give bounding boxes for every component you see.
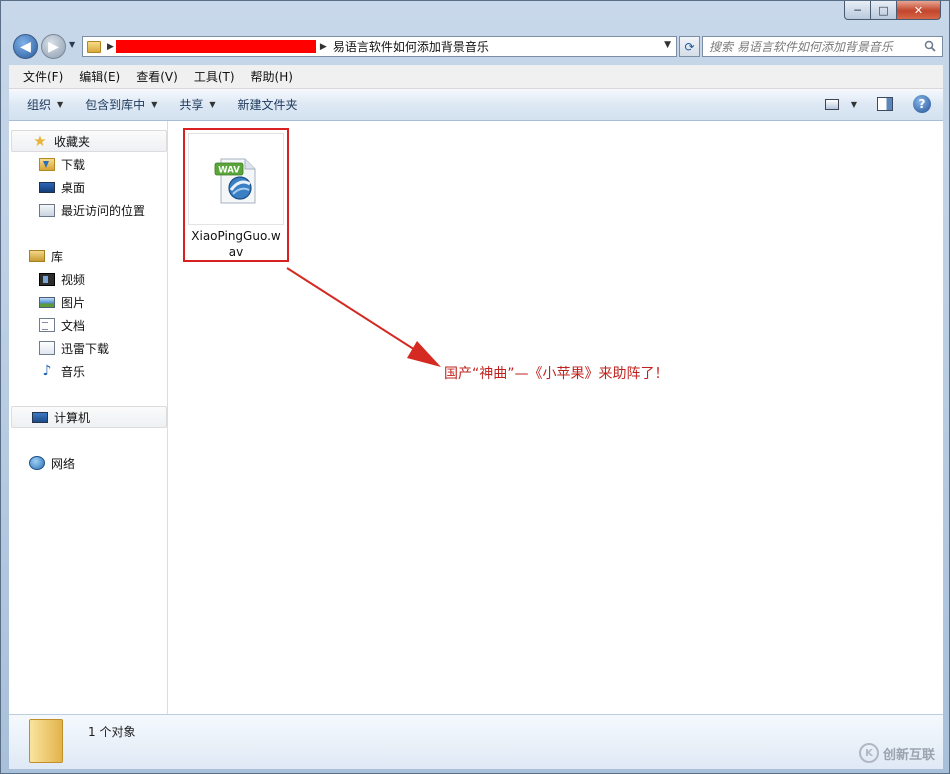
nav-item-downloads[interactable]: 下载 xyxy=(39,154,85,174)
share-button[interactable]: 共享 ▼ xyxy=(171,96,223,113)
search-input[interactable] xyxy=(709,39,914,54)
explorer-window: ─ □ ✕ ◀ ▶ ▼ ▶ ▶ 易语言软件如何添加背景音乐 ▼ ⟳ 搜索 易语言… xyxy=(0,0,950,774)
chevron-right-icon[interactable]: ▶ xyxy=(320,42,327,52)
folder-icon xyxy=(87,40,101,53)
search-icon[interactable] xyxy=(924,40,936,52)
view-controls: ▼ ? xyxy=(824,95,931,113)
arrow-left-icon: ◀ xyxy=(20,38,31,55)
watermark-logo: K 创新互联 xyxy=(858,743,935,763)
nav-item-documents[interactable]: 文档 xyxy=(39,315,85,335)
video-icon xyxy=(39,272,55,286)
arrow-right-icon: ▶ xyxy=(48,38,59,55)
caption-buttons: ─ □ ✕ xyxy=(844,1,941,20)
nav-item-label: 下载 xyxy=(61,157,86,172)
file-list-area[interactable]: WAV XiaoPingGuo.wav 国产“神曲”—《小苹果》来助阵了！ xyxy=(168,121,943,714)
nav-item-videos[interactable]: 视频 xyxy=(39,269,85,289)
menu-tools[interactable]: 工具(T) xyxy=(186,66,243,87)
document-folder-icon xyxy=(39,341,55,355)
star-icon: ★ xyxy=(33,132,47,150)
file-item-xiaopingguo[interactable]: WAV XiaoPingGuo.wav xyxy=(183,128,289,262)
nav-item-pictures[interactable]: 图片 xyxy=(39,292,85,312)
computer-icon xyxy=(32,411,48,423)
recent-pages-dropdown[interactable]: ▼ xyxy=(69,40,75,49)
address-dropdown-icon[interactable]: ▼ xyxy=(664,40,671,50)
watermark-logo-icon: K xyxy=(858,743,879,763)
menu-bar: 文件(F) 编辑(E) 查看(V) 工具(T) 帮助(H) xyxy=(9,65,943,89)
wav-file-icon: WAV xyxy=(214,158,256,204)
nav-item-label: 最近访问的位置 xyxy=(61,203,146,218)
music-note-icon: ♪ xyxy=(42,363,52,379)
caret-down-icon: ▼ xyxy=(57,100,64,109)
menu-edit[interactable]: 编辑(E) xyxy=(71,66,128,87)
nav-computer[interactable]: 计算机 xyxy=(11,406,167,428)
annotation-text: 国产“神曲”—《小苹果》来助阵了！ xyxy=(444,366,669,382)
organize-button[interactable]: 组织 ▼ xyxy=(19,96,71,113)
new-folder-button[interactable]: 新建文件夹 xyxy=(230,96,306,113)
menu-help[interactable]: 帮助(H) xyxy=(243,66,301,87)
nav-item-music[interactable]: ♪ 音乐 xyxy=(39,361,85,381)
nav-item-label: 图片 xyxy=(61,295,86,310)
network-icon xyxy=(29,456,45,470)
breadcrumb-current-folder[interactable]: 易语言软件如何添加背景音乐 xyxy=(333,38,489,55)
nav-libraries[interactable]: 库 xyxy=(9,245,167,267)
nav-item-label: 视频 xyxy=(61,272,86,287)
include-library-label: 包含到库中 xyxy=(85,98,146,112)
preview-pane-icon[interactable] xyxy=(877,97,893,111)
chevron-right-icon[interactable]: ▶ xyxy=(107,42,114,52)
recent-places-icon xyxy=(39,203,55,217)
caret-down-icon: ▼ xyxy=(209,100,216,109)
nav-item-label: 文档 xyxy=(61,318,86,333)
file-selection-frame: WAV xyxy=(188,133,284,225)
annotation-arrow xyxy=(286,267,441,367)
menu-file[interactable]: 文件(F) xyxy=(15,66,71,87)
nav-computer-label: 计算机 xyxy=(54,410,91,425)
nav-item-thunder-downloads[interactable]: 迅雷下载 xyxy=(39,338,109,358)
organize-label: 组织 xyxy=(27,98,52,112)
close-button[interactable]: ✕ xyxy=(897,1,941,20)
watermark-text: 创新互联 xyxy=(882,747,935,763)
pictures-icon xyxy=(39,296,55,308)
minimize-button[interactable]: ─ xyxy=(844,1,871,20)
include-in-library-button[interactable]: 包含到库中 ▼ xyxy=(77,96,165,113)
navigation-pane: ★ 收藏夹 下载 桌面 最近访问的位置 库 视频 图片 文档 迅雷下载 ♪ 音乐… xyxy=(9,121,168,714)
nav-libraries-label: 库 xyxy=(51,249,64,264)
nav-item-recent-places[interactable]: 最近访问的位置 xyxy=(39,200,145,220)
details-pane: 1 个对象 K 创新互联 xyxy=(9,714,943,769)
maximize-button[interactable]: □ xyxy=(871,1,897,20)
desktop-icon xyxy=(39,181,55,193)
caret-down-icon: ▼ xyxy=(151,100,158,109)
downloads-folder-icon xyxy=(39,157,55,171)
nav-network[interactable]: 网络 xyxy=(9,452,167,474)
refresh-icon: ⟳ xyxy=(684,39,695,54)
nav-item-desktop[interactable]: 桌面 xyxy=(39,177,85,197)
help-icon[interactable]: ? xyxy=(913,95,931,113)
address-row: ◀ ▶ ▼ ▶ ▶ 易语言软件如何添加背景音乐 ▼ ⟳ xyxy=(9,31,943,61)
redacted-path xyxy=(115,40,316,53)
back-button[interactable]: ◀ xyxy=(13,34,38,59)
folder-large-icon xyxy=(29,719,63,763)
library-icon xyxy=(29,250,45,262)
nav-item-label: 桌面 xyxy=(61,180,86,195)
forward-button[interactable]: ▶ xyxy=(41,34,66,59)
address-bar[interactable]: ▶ ▶ 易语言软件如何添加背景音乐 ▼ xyxy=(82,36,677,57)
share-label: 共享 xyxy=(179,98,204,112)
change-view-icon[interactable] xyxy=(824,98,839,110)
search-box[interactable] xyxy=(702,36,943,57)
nav-favorites-label: 收藏夹 xyxy=(54,134,91,149)
item-count-text: 1 个对象 xyxy=(88,725,136,739)
nav-favorites[interactable]: ★ 收藏夹 xyxy=(11,130,167,152)
wav-badge-text: WAV xyxy=(218,166,240,176)
refresh-button[interactable]: ⟳ xyxy=(679,36,700,57)
menu-view[interactable]: 查看(V) xyxy=(128,66,186,87)
view-options-dropdown-icon[interactable]: ▼ xyxy=(851,100,857,109)
file-name-label: XiaoPingGuo.wav xyxy=(191,229,281,259)
nav-network-label: 网络 xyxy=(51,456,76,471)
new-folder-label: 新建文件夹 xyxy=(237,98,298,112)
documents-icon xyxy=(39,318,55,332)
command-bar: 组织 ▼ 包含到库中 ▼ 共享 ▼ 新建文件夹 ▼ ? xyxy=(9,89,943,121)
nav-item-label: 音乐 xyxy=(61,364,86,379)
nav-item-label: 迅雷下载 xyxy=(61,341,110,356)
